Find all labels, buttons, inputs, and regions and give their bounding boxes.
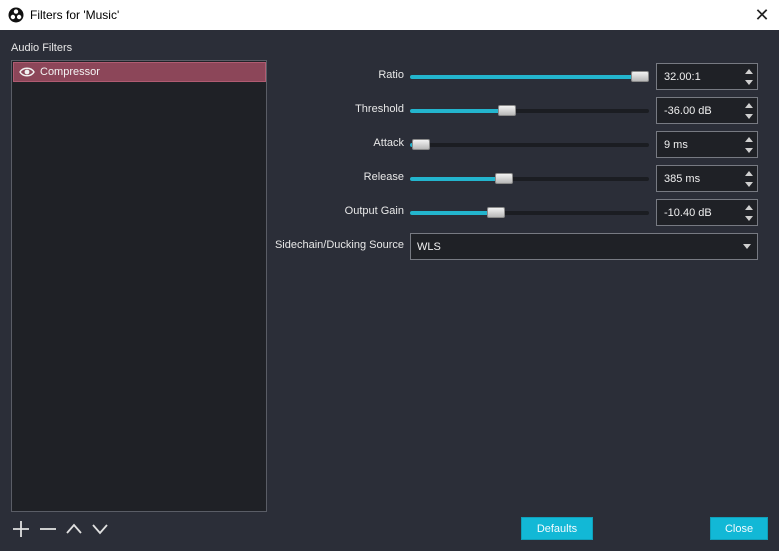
add-icon[interactable]: [11, 519, 31, 539]
output-gain-slider-handle[interactable]: [487, 207, 506, 218]
remove-icon[interactable]: [38, 519, 58, 539]
ratio-slider-fill: [410, 75, 640, 79]
release-value[interactable]: 385 ms: [664, 173, 700, 185]
eye-icon[interactable]: [19, 66, 35, 78]
release-slider-handle[interactable]: [495, 173, 514, 184]
output-gain-spin-arrows[interactable]: [741, 200, 757, 225]
audio-filters-label: Audio Filters: [11, 42, 73, 54]
ratio-label: Ratio: [378, 69, 404, 81]
threshold-label: Threshold: [355, 103, 404, 115]
window-title: Filters for 'Music': [30, 8, 120, 22]
threshold-slider[interactable]: [410, 105, 649, 116]
obs-logo-icon: [8, 7, 24, 23]
ratio-slider[interactable]: [410, 71, 649, 82]
release-slider-fill: [410, 177, 505, 181]
release-spin-arrows[interactable]: [741, 166, 757, 191]
release-spinbox[interactable]: 385 ms: [656, 165, 758, 192]
attack-value[interactable]: 9 ms: [664, 139, 688, 151]
threshold-spin-arrows[interactable]: [741, 98, 757, 123]
decrement-icon[interactable]: [745, 216, 753, 221]
ratio-slider-handle[interactable]: [631, 71, 649, 82]
filter-item-compressor[interactable]: Compressor: [13, 62, 266, 82]
close-button[interactable]: Close: [710, 517, 768, 540]
ratio-spin-arrows[interactable]: [741, 64, 757, 89]
decrement-icon[interactable]: [745, 148, 753, 153]
attack-label: Attack: [373, 137, 404, 149]
threshold-value[interactable]: -36.00 dB: [664, 105, 712, 117]
ratio-value[interactable]: 32.00:1: [664, 71, 701, 83]
output-gain-value[interactable]: -10.40 dB: [664, 207, 712, 219]
decrement-icon[interactable]: [745, 80, 753, 85]
chevron-down-icon[interactable]: [743, 244, 751, 249]
output-gain-slider-fill: [410, 211, 497, 215]
attack-spin-arrows[interactable]: [741, 132, 757, 157]
output-gain-spinbox[interactable]: -10.40 dB: [656, 199, 758, 226]
sidechain-source-select[interactable]: WLS: [410, 233, 758, 260]
output-gain-slider[interactable]: [410, 207, 649, 218]
filters-dialog: Audio Filters Compressor Ratio 32.00:1 T…: [0, 30, 779, 551]
attack-slider-handle[interactable]: [412, 139, 431, 150]
sidechain-label: Sidechain/Ducking Source: [274, 239, 404, 251]
output-gain-label: Output Gain: [344, 205, 404, 217]
threshold-slider-fill: [410, 109, 508, 113]
increment-icon[interactable]: [745, 103, 753, 108]
title-bar: Filters for 'Music' ✕: [0, 0, 779, 30]
increment-icon[interactable]: [745, 205, 753, 210]
decrement-icon[interactable]: [745, 114, 753, 119]
audio-filters-list[interactable]: Compressor: [11, 60, 267, 512]
defaults-button[interactable]: Defaults: [521, 517, 593, 540]
sidechain-source-value: WLS: [417, 241, 441, 253]
attack-slider[interactable]: [410, 139, 649, 150]
release-label: Release: [363, 171, 404, 183]
decrement-icon[interactable]: [745, 182, 753, 187]
threshold-spinbox[interactable]: -36.00 dB: [656, 97, 758, 124]
move-down-icon[interactable]: [90, 519, 110, 539]
increment-icon[interactable]: [745, 137, 753, 142]
increment-icon[interactable]: [745, 171, 753, 176]
move-up-icon[interactable]: [64, 519, 84, 539]
attack-spinbox[interactable]: 9 ms: [656, 131, 758, 158]
increment-icon[interactable]: [745, 69, 753, 74]
threshold-slider-handle[interactable]: [498, 105, 517, 116]
release-slider[interactable]: [410, 173, 649, 184]
filter-item-label: Compressor: [40, 66, 100, 78]
ratio-spinbox[interactable]: 32.00:1: [656, 63, 758, 90]
window-close-icon[interactable]: ✕: [750, 4, 774, 26]
